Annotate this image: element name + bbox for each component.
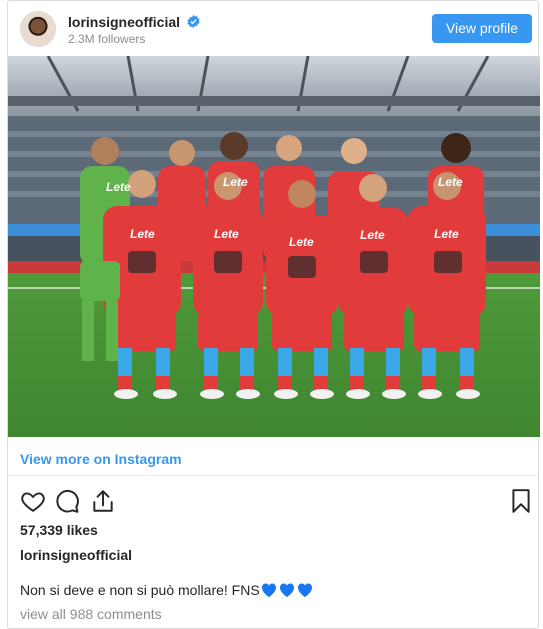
caption-username[interactable]: lorinsigneofficial — [20, 547, 132, 563]
divider — [8, 475, 538, 476]
post-header: lorinsigneofficial 2.3M followers View p… — [8, 1, 538, 56]
header-username[interactable]: lorinsigneofficial — [68, 14, 180, 30]
caption: Non si deve e non si può mollare! FNS — [20, 582, 313, 598]
instagram-embed-card: lorinsigneofficial 2.3M followers View p… — [7, 0, 540, 629]
bookmark-icon[interactable] — [508, 488, 534, 514]
svg-text:Lete: Lete — [106, 180, 131, 194]
comment-icon[interactable] — [54, 488, 80, 514]
post-photo[interactable]: Lete Lete Lete Lete Lete Lete Lete Lete — [8, 56, 540, 437]
team-photo-image: Lete Lete Lete Lete Lete Lete Lete Lete — [8, 56, 540, 437]
view-more-on-instagram-link[interactable]: View more on Instagram — [20, 451, 182, 467]
view-profile-button[interactable]: View profile — [432, 14, 532, 43]
svg-text:Lete: Lete — [214, 227, 239, 241]
verified-badge-icon — [187, 15, 200, 28]
caption-text: Non si deve e non si può mollare! FNS — [20, 582, 260, 598]
likes-count[interactable]: 57,339 likes — [20, 522, 98, 538]
view-all-comments-link[interactable]: view all 988 comments — [20, 606, 162, 622]
followers-count: 2.3M followers — [68, 32, 146, 46]
avatar[interactable] — [20, 11, 56, 47]
svg-text:Lete: Lete — [130, 227, 155, 241]
svg-text:Lete: Lete — [438, 175, 463, 189]
svg-text:Lete: Lete — [434, 227, 459, 241]
heart-icon[interactable] — [20, 488, 46, 514]
svg-text:Lete: Lete — [223, 175, 248, 189]
svg-text:Lete: Lete — [289, 235, 314, 249]
svg-text:Lete: Lete — [360, 228, 385, 242]
blue-heart-emoji-icon — [261, 583, 312, 597]
share-icon[interactable] — [90, 488, 116, 514]
